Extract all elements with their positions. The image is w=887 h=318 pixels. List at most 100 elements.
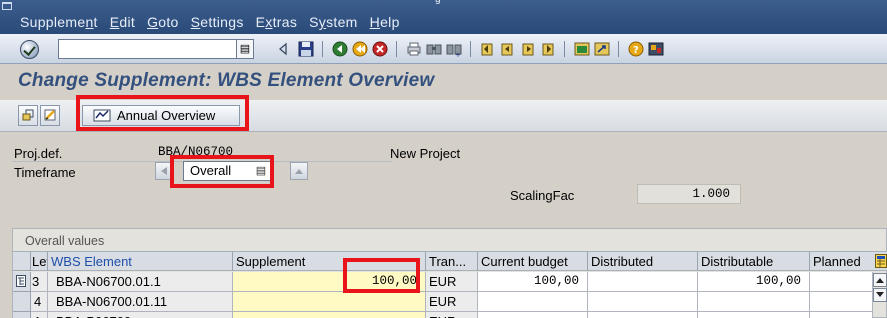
cell-wbs-element[interactable]: BBA-P06700 xyxy=(48,312,233,318)
scroll-down-icon xyxy=(876,292,884,297)
command-field[interactable] xyxy=(58,39,254,59)
caret-left-icon xyxy=(161,167,167,175)
projdef-value: BBA/N06700 xyxy=(158,145,234,159)
caret-up-icon xyxy=(295,169,303,174)
other-supplement-button[interactable] xyxy=(18,105,38,126)
annual-overview-label: Annual Overview xyxy=(117,108,216,123)
cell-planned xyxy=(810,312,873,318)
cell-planned xyxy=(810,272,873,292)
projdef-label: Proj.def. xyxy=(14,146,63,161)
menu-extras[interactable]: Extras xyxy=(256,14,298,30)
page-title: Change Supplement: WBS Element Overview xyxy=(18,70,435,91)
column-header-supplement[interactable]: Supplement xyxy=(233,252,426,271)
select-all-cell[interactable] xyxy=(13,252,31,271)
timeframe-previous-button[interactable] xyxy=(155,162,173,180)
scroll-up-button[interactable] xyxy=(873,273,887,287)
cell-planned xyxy=(810,292,873,312)
window-title: g xyxy=(435,0,441,5)
column-header-distributed[interactable]: Distributed xyxy=(588,252,698,271)
column-header-distributable[interactable]: Distributable xyxy=(698,252,810,271)
cell-current-budget: 100,00 xyxy=(478,272,588,292)
column-header-wbs-element[interactable]: WBS Element xyxy=(48,252,233,271)
cell-wbs-element[interactable]: BBA-N06700.01.11 xyxy=(48,292,233,312)
cell-lev: 4 xyxy=(31,292,48,312)
print-icon[interactable] xyxy=(406,41,422,57)
menu-settings[interactable]: Settings xyxy=(191,14,244,30)
table-caption: Overall values xyxy=(25,234,105,248)
svg-text:+: + xyxy=(455,51,461,57)
application-toolbar: Annual Overview xyxy=(0,100,887,132)
menu-supplement[interactable]: Supplement xyxy=(20,14,98,30)
timeframe-label: Timeframe xyxy=(14,165,76,180)
table-row: 4 BBA-N06700.01.11 EUR xyxy=(13,292,887,312)
cell-transaction-currency: EUR xyxy=(426,292,478,312)
annual-overview-button[interactable]: Annual Overview xyxy=(82,105,240,126)
back-icon[interactable] xyxy=(332,41,348,57)
new-session-icon[interactable] xyxy=(574,41,590,57)
cell-supplement[interactable] xyxy=(233,312,426,318)
table-row: 1BBA-P06700 EUR xyxy=(13,312,887,318)
window-menu-icon[interactable] xyxy=(2,2,12,10)
cell-transaction-currency: EUR xyxy=(426,272,478,292)
scaling-factor-label: ScalingFac xyxy=(510,188,575,203)
cell-distributable xyxy=(698,312,810,318)
menu-edit[interactable]: Edit xyxy=(110,14,135,30)
table-row: 3 BBA-N06700.01.1 100,00 EUR 100,00 100,00 xyxy=(13,272,887,292)
cell-lev: 3 xyxy=(31,272,48,292)
next-page-icon[interactable] xyxy=(520,41,536,57)
other-object-icon xyxy=(22,109,34,121)
column-header-current-budget[interactable]: Current budget xyxy=(478,252,588,271)
cell-distributable: 100,00 xyxy=(698,272,810,292)
timeframe-next-button[interactable] xyxy=(290,162,308,180)
previous-page-icon[interactable] xyxy=(500,41,516,57)
last-page-icon[interactable] xyxy=(540,41,556,57)
menu-goto[interactable]: Goto xyxy=(147,14,179,30)
annual-overview-icon xyxy=(93,109,111,122)
find-next-icon[interactable]: + xyxy=(446,41,462,57)
column-settings-icon[interactable] xyxy=(875,254,887,268)
row-selector[interactable] xyxy=(13,292,31,312)
cell-distributable xyxy=(698,292,810,312)
column-header-transaction-currency[interactable]: Tran... xyxy=(426,252,478,271)
exit-icon[interactable] xyxy=(352,41,368,57)
scroll-down-button[interactable] xyxy=(873,288,887,302)
overall-values-table: Overall values Lev WBS Element Supplemen… xyxy=(12,228,887,318)
pencil-glasses-icon xyxy=(44,109,56,121)
layout-menu-icon[interactable] xyxy=(648,41,664,57)
cell-distributed xyxy=(588,292,698,312)
scroll-up-icon xyxy=(876,278,884,283)
cell-current-budget xyxy=(478,312,588,318)
enter-icon[interactable] xyxy=(20,40,39,59)
column-header-planned[interactable]: Planned xyxy=(810,252,873,271)
table-header: Lev WBS Element Supplement Tran... Curre… xyxy=(13,251,887,271)
menu-items: Supplement Edit Goto Settings Extras System He… xyxy=(20,14,412,30)
cell-supplement[interactable] xyxy=(233,292,426,312)
menu-help[interactable]: Help xyxy=(370,14,400,30)
row-selector[interactable] xyxy=(13,312,31,318)
menu-bar: g Supplement Edit Goto Settings Extras System… xyxy=(0,0,887,34)
cell-lev: 1 xyxy=(31,312,48,318)
dropdown-list-icon[interactable]: ▤ xyxy=(254,163,268,179)
cell-distributed xyxy=(588,312,698,318)
row-selector[interactable] xyxy=(13,272,31,292)
collapse-command-icon[interactable] xyxy=(276,41,292,57)
command-history-button[interactable]: ▤ xyxy=(236,39,254,59)
display-change-button[interactable] xyxy=(40,105,60,126)
hierarchy-icon[interactable] xyxy=(16,275,26,287)
shortcut-icon[interactable] xyxy=(594,41,610,57)
cell-distributed xyxy=(588,272,698,292)
column-header-lev[interactable]: Lev xyxy=(31,252,48,271)
first-page-icon[interactable] xyxy=(480,41,496,57)
scaling-factor-value: 1.000 xyxy=(637,184,741,204)
save-icon[interactable] xyxy=(298,41,314,57)
menu-system[interactable]: System xyxy=(309,14,358,30)
cancel-icon[interactable] xyxy=(372,41,388,57)
standard-toolbar: ▤ + ? xyxy=(0,34,887,64)
cell-supplement[interactable]: 100,00 xyxy=(233,272,426,292)
timeframe-dropdown[interactable]: Overall ▤ xyxy=(183,161,271,181)
help-icon[interactable]: ? xyxy=(628,41,644,57)
svg-text:?: ? xyxy=(633,45,639,56)
cell-wbs-element[interactable]: BBA-N06700.01.1 xyxy=(48,272,233,292)
cell-transaction-currency: EUR xyxy=(426,312,478,318)
find-icon[interactable] xyxy=(426,41,442,57)
